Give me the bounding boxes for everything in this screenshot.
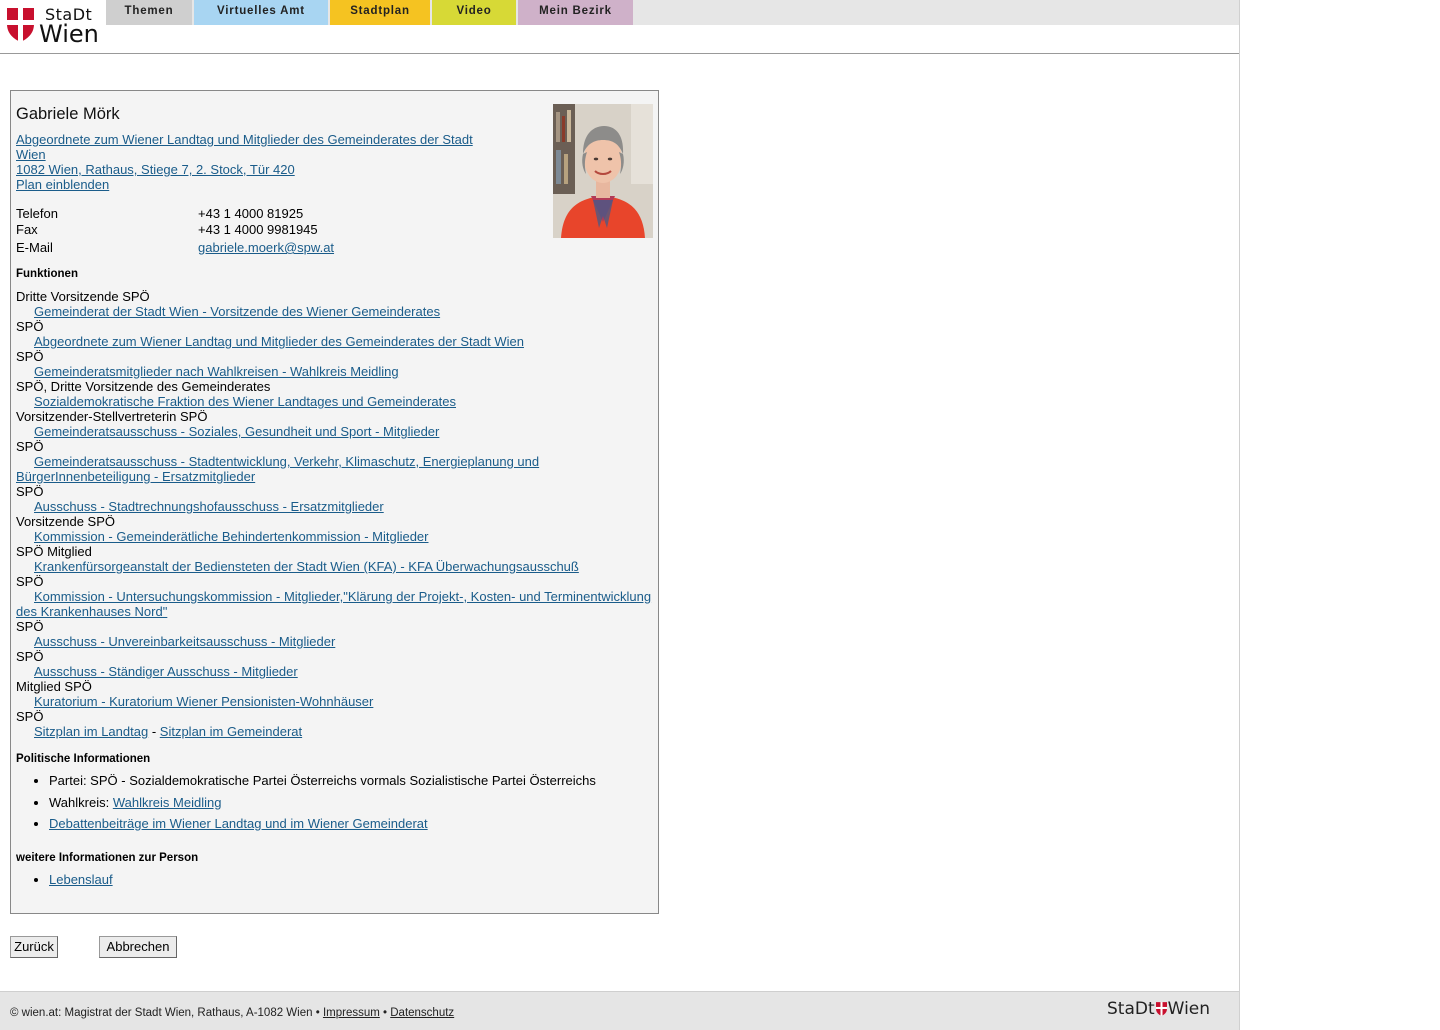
function-role: SPÖ — [16, 574, 44, 589]
footer-copyright: © wien.at: Magistrat der Stadt Wien, Rat… — [10, 1007, 320, 1019]
contact-row-email: E-Mail gabriele.moerk@spw.at — [16, 240, 416, 256]
footer-logo-stadt: StaDt — [1107, 999, 1155, 1019]
footer-text: © wien.at: Magistrat der Stadt Wien, Rat… — [10, 1007, 454, 1019]
function-link[interactable]: Ausschuss - Ständiger Ausschuss - Mitgli… — [34, 664, 298, 679]
function-role: SPÖ — [16, 439, 44, 454]
footer-logo-wien: Wien — [1167, 999, 1211, 1019]
person-card: Gabriele Mörk Abgeordnete zum Wiener Lan… — [10, 90, 659, 914]
datenschutz-link[interactable]: Datenschutz — [390, 1007, 454, 1019]
fax-label: Fax — [16, 221, 38, 237]
debates-item: Debattenbeiträge im Wiener Landtag und i… — [49, 813, 659, 835]
logo-wien-text: Wien — [39, 20, 99, 48]
function-role: Vorsitzender-Stellvertreterin SPÖ — [16, 409, 208, 424]
seat-plan-gemeinderat-link[interactable]: Sitzplan im Gemeinderat — [160, 724, 302, 739]
function-role: SPÖ Mitglied — [16, 544, 92, 559]
functions-heading: Funktionen — [16, 268, 78, 280]
wien-shield-icon — [1155, 1002, 1167, 1016]
function-role: Mitglied SPÖ — [16, 679, 92, 694]
function-role: SPÖ — [16, 649, 44, 664]
address-link-line3[interactable]: 1082 Wien, Rathaus, Stiege 7, 2. Stock, … — [16, 162, 486, 177]
function-role: SPÖ — [16, 709, 44, 724]
function-link[interactable]: Abgeordnete zum Wiener Landtag und Mitgl… — [34, 334, 524, 349]
political-info-list: Partei: SPÖ - Sozialdemokratische Partei… — [16, 770, 659, 835]
wahlkreis-label: Wahlkreis: — [49, 794, 110, 810]
contact-row-phone: Telefon +43 1 4000 81925 — [16, 206, 416, 222]
functions-list: Dritte Vorsitzende SPÖ Gemeinderat der S… — [16, 289, 656, 739]
function-role: SPÖ — [16, 319, 44, 334]
nav-mein-bezirk[interactable]: Mein Bezirk — [518, 0, 633, 25]
function-link-continued[interactable]: des Krankenhauses Nord" — [16, 604, 167, 619]
impressum-link[interactable]: Impressum — [323, 1007, 380, 1019]
person-address: Abgeordnete zum Wiener Landtag und Mitgl… — [16, 132, 486, 192]
footer-separator: • — [383, 1007, 388, 1019]
footer: © wien.at: Magistrat der Stadt Wien, Rat… — [0, 991, 1239, 1030]
nav-themen[interactable]: Themen — [106, 0, 192, 25]
function-link[interactable]: Gemeinderatsausschuss - Soziales, Gesund… — [34, 424, 439, 439]
stadt-wien-logo[interactable]: StaDt Wien — [7, 5, 102, 48]
function-role: SPÖ — [16, 619, 44, 634]
function-link[interactable]: Gemeinderatsmitglieder nach Wahlkreisen … — [34, 364, 399, 379]
contact-info: Telefon +43 1 4000 81925 Fax +43 1 4000 … — [16, 206, 416, 256]
function-link[interactable]: Ausschuss - Unvereinbarkeitsausschuss - … — [34, 634, 335, 649]
seat-plan-landtag-link[interactable]: Sitzplan im Landtag — [34, 724, 148, 739]
function-link[interactable]: Ausschuss - Stadtrechnungshofausschuss -… — [34, 499, 384, 514]
address-link-line1[interactable]: Abgeordnete zum Wiener Landtag und Mitgl… — [16, 132, 486, 147]
function-link[interactable]: Sozialdemokratische Fraktion des Wiener … — [34, 394, 456, 409]
page: StaDt Wien Themen Virtuelles Amt Stadtpl… — [0, 0, 1240, 1030]
political-info-heading: Politische Informationen — [16, 753, 151, 765]
function-link[interactable]: Gemeinderatsausschuss - Stadtentwicklung… — [34, 454, 539, 469]
seat-plans: Sitzplan im Landtag - Sitzplan im Gemein… — [16, 724, 656, 739]
phone-value: +43 1 4000 81925 — [198, 206, 304, 221]
main-navigation: Themen Virtuelles Amt Stadtplan Video Me… — [106, 0, 1239, 25]
function-role: Vorsitzende SPÖ — [16, 514, 115, 529]
contact-row-fax: Fax +43 1 4000 9981945 — [16, 222, 416, 238]
function-link[interactable]: Kommission - Untersuchungskommission - M… — [34, 589, 651, 604]
further-info-list: Lebenslauf — [16, 869, 659, 891]
header: StaDt Wien Themen Virtuelles Amt Stadtpl… — [0, 0, 1239, 54]
back-button[interactable]: Zurück — [10, 936, 58, 958]
function-link[interactable]: Kommission - Gemeinderätliche Behinderte… — [34, 529, 429, 544]
cv-link[interactable]: Lebenslauf — [49, 872, 113, 887]
wahlkreis-link[interactable]: Wahlkreis Meidling — [113, 795, 222, 810]
fax-value: +43 1 4000 9981945 — [198, 221, 318, 237]
function-role: SPÖ — [16, 349, 44, 364]
function-link-continued[interactable]: BürgerInnenbeteiligung - Ersatzmitgliede… — [16, 469, 255, 484]
seat-plan-separator: - — [151, 724, 157, 739]
plan-link[interactable]: Plan einblenden — [16, 177, 486, 192]
footer-logo[interactable]: StaDt Wien — [1107, 999, 1210, 1023]
function-link[interactable]: Gemeinderat der Stadt Wien - Vorsitzende… — [34, 304, 440, 319]
function-role: Dritte Vorsitzende SPÖ — [16, 289, 150, 304]
function-link[interactable]: Krankenfürsorgeanstalt der Bediensteten … — [34, 559, 579, 574]
phone-label: Telefon — [16, 206, 58, 221]
nav-virtuelles-amt[interactable]: Virtuelles Amt — [194, 0, 328, 25]
party-item: Partei: SPÖ - Sozialdemokratische Partei… — [49, 770, 659, 792]
further-info-heading: weitere Informationen zur Person — [16, 852, 199, 864]
person-name: Gabriele Mörk — [16, 105, 120, 123]
email-label: E-Mail — [16, 240, 53, 255]
nav-video[interactable]: Video — [432, 0, 516, 25]
person-photo — [553, 104, 653, 238]
debates-link[interactable]: Debattenbeiträge im Wiener Landtag und i… — [49, 816, 428, 831]
cancel-button[interactable]: Abbrechen — [99, 936, 177, 958]
email-link[interactable]: gabriele.moerk@spw.at — [198, 240, 334, 256]
wien-shield-icon — [7, 8, 34, 42]
function-role: SPÖ, Dritte Vorsitzende des Gemeinderate… — [16, 379, 271, 394]
nav-stadtplan[interactable]: Stadtplan — [330, 0, 430, 25]
cv-item: Lebenslauf — [49, 869, 659, 891]
wahlkreis-item: Wahlkreis: Wahlkreis Meidling — [49, 792, 659, 814]
function-role: SPÖ — [16, 484, 44, 499]
address-link-line2[interactable]: Wien — [16, 147, 486, 162]
function-link[interactable]: Kuratorium - Kuratorium Wiener Pensionis… — [34, 694, 373, 709]
